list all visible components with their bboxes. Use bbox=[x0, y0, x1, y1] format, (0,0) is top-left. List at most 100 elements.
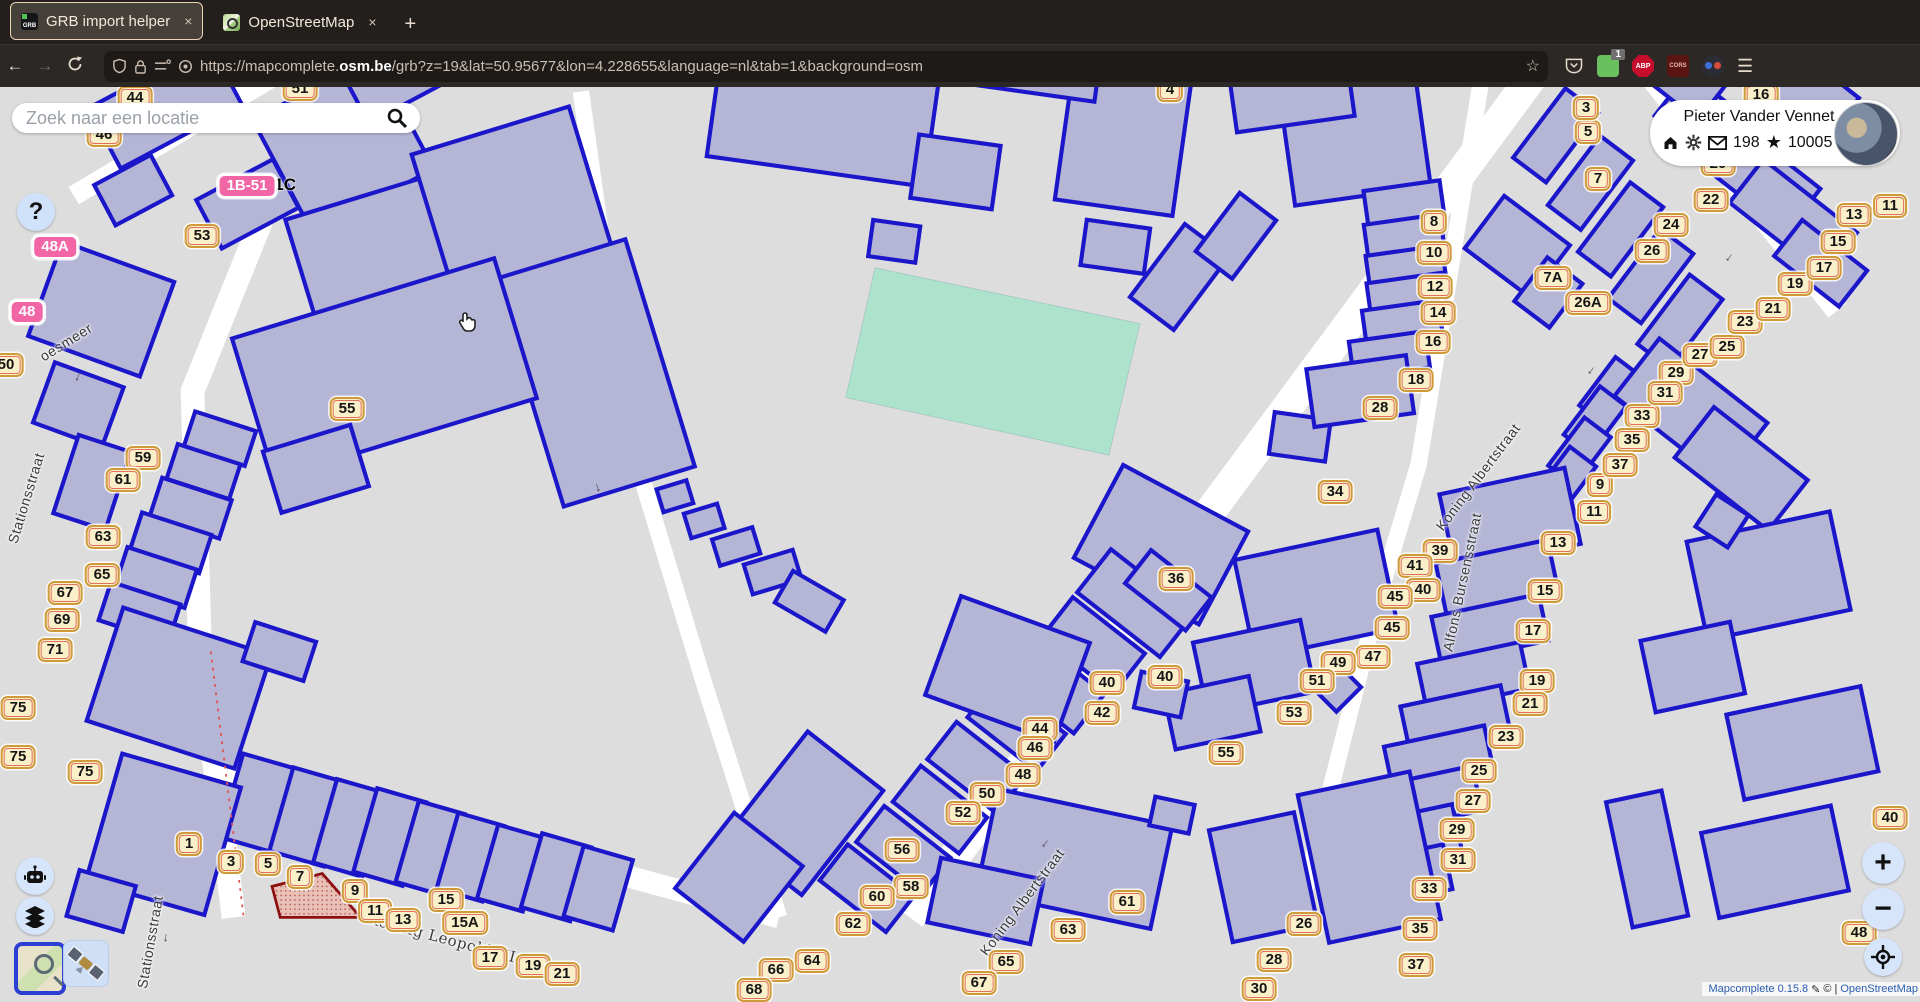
housenumber-badge[interactable]: 26 bbox=[1635, 239, 1670, 263]
housenumber-badge[interactable]: 8 bbox=[1421, 210, 1447, 234]
housenumber-badge[interactable]: 75 bbox=[1, 696, 36, 720]
housenumber-badge[interactable]: 28 bbox=[1257, 948, 1292, 972]
housenumber-badge[interactable]: 25 bbox=[1710, 335, 1745, 359]
lock-icon[interactable] bbox=[134, 59, 147, 74]
extension-icon[interactable]: 1 bbox=[1597, 55, 1619, 77]
housenumber-badge[interactable]: 35 bbox=[1403, 917, 1438, 941]
housenumber-badge[interactable]: 67 bbox=[962, 971, 997, 995]
background-layers-button[interactable] bbox=[16, 897, 54, 935]
housenumber-badge[interactable]: 55 bbox=[330, 397, 365, 421]
housenumber-badge[interactable]: 5 bbox=[1575, 120, 1601, 144]
housenumber-badge[interactable]: 53 bbox=[185, 224, 220, 248]
user-panel[interactable]: Pieter Vander Vennet 198 ★ 10005 bbox=[1650, 100, 1900, 166]
bookmark-star-icon[interactable]: ☆ bbox=[1526, 56, 1540, 76]
housenumber-badge[interactable]: 53 bbox=[1277, 701, 1312, 725]
housenumber-badge[interactable]: 50 bbox=[0, 353, 23, 377]
housenumber-badge[interactable]: 28 bbox=[1363, 396, 1398, 420]
housenumber-badge[interactable]: 63 bbox=[86, 525, 121, 549]
housenumber-badge[interactable]: 30 bbox=[1242, 977, 1277, 1001]
housenumber-badge[interactable]: 61 bbox=[106, 468, 141, 492]
user-avatar[interactable] bbox=[1834, 102, 1898, 166]
permissions-icon[interactable] bbox=[154, 59, 171, 73]
basemap-osm-button[interactable] bbox=[14, 942, 66, 995]
housenumber-badge[interactable]: 17 bbox=[1516, 619, 1551, 643]
url-bar[interactable]: https://mapcomplete.osm.be/grb?z=19&lat=… bbox=[104, 51, 1548, 82]
mapcomplete-version-link[interactable]: Mapcomplete 0.15.8 bbox=[1708, 983, 1808, 995]
housenumber-badge[interactable]: 17 bbox=[1807, 256, 1842, 280]
housenumber-badge[interactable]: 33 bbox=[1412, 877, 1447, 901]
housenumber-badge[interactable]: 58 bbox=[894, 875, 929, 899]
housenumber-badge[interactable]: 65 bbox=[989, 950, 1024, 974]
settings-gear-icon[interactable] bbox=[1685, 134, 1702, 151]
search-icon[interactable] bbox=[386, 107, 408, 129]
housenumber-badge[interactable]: 7A bbox=[1534, 266, 1571, 290]
housenumber-badge[interactable]: 26 bbox=[1287, 912, 1322, 936]
housenumber-badge[interactable]: 36 bbox=[1159, 567, 1194, 591]
housenumber-badge[interactable]: 12 bbox=[1418, 275, 1453, 299]
housenumber-badge[interactable]: 11 bbox=[1873, 194, 1907, 218]
housenumber-badge[interactable]: 13 bbox=[1837, 203, 1872, 227]
home-icon[interactable] bbox=[1662, 135, 1679, 151]
housenumber-badge[interactable]: 41 bbox=[1398, 554, 1433, 578]
housenumber-badge[interactable]: 19 bbox=[1520, 669, 1555, 693]
back-button[interactable]: ← bbox=[0, 56, 30, 76]
tab-close-icon[interactable]: × bbox=[368, 14, 376, 30]
housenumber-badge[interactable]: 59 bbox=[126, 446, 161, 470]
housenumber-badge[interactable]: 15 bbox=[1821, 230, 1856, 254]
housenumber-badge[interactable]: 56 bbox=[885, 838, 920, 862]
housenumber-badge[interactable]: 45 bbox=[1378, 585, 1413, 609]
menu-icon[interactable]: ☰ bbox=[1737, 56, 1754, 77]
housenumber-badge[interactable]: 51 bbox=[1300, 669, 1335, 693]
housenumber-badge[interactable]: 52 bbox=[946, 801, 981, 825]
url-text[interactable]: https://mapcomplete.osm.be/grb?z=19&lat=… bbox=[200, 58, 1519, 75]
housenumber-badge[interactable]: 15 bbox=[1528, 579, 1563, 603]
zoom-in-button[interactable]: + bbox=[1862, 842, 1904, 884]
housenumber-badge[interactable]: 37 bbox=[1399, 953, 1434, 977]
housenumber-badge[interactable]: 7 bbox=[287, 865, 313, 889]
housenumber-badge[interactable]: 69 bbox=[45, 608, 80, 632]
housenumber-badge[interactable]: 13 bbox=[1541, 531, 1576, 555]
housenumber-badge[interactable]: 40 bbox=[1148, 665, 1183, 689]
housenumber-badge[interactable]: 25 bbox=[1462, 759, 1497, 783]
housenumber-badge[interactable]: 31 bbox=[1441, 848, 1476, 872]
housenumber-badge[interactable]: 62 bbox=[836, 912, 871, 936]
housenumber-badge[interactable]: 21 bbox=[1513, 692, 1548, 716]
housenumber-badge[interactable]: 33 bbox=[1625, 404, 1660, 428]
housenumber-badge[interactable]: 48A bbox=[32, 235, 78, 259]
search-input[interactable] bbox=[24, 107, 386, 130]
housenumber-badge[interactable]: 60 bbox=[860, 885, 895, 909]
location-permission-icon[interactable] bbox=[178, 59, 193, 74]
housenumber-badge[interactable]: 31 bbox=[1648, 381, 1683, 405]
housenumber-badge[interactable]: 68 bbox=[737, 978, 772, 1002]
housenumber-badge[interactable]: 42 bbox=[1085, 701, 1120, 725]
housenumber-badge[interactable]: 22 bbox=[1694, 188, 1729, 212]
housenumber-badge[interactable]: 1 bbox=[176, 832, 202, 856]
housenumber-badge[interactable]: 61 bbox=[1110, 890, 1145, 914]
adblock-plus-icon[interactable]: ABP bbox=[1632, 55, 1654, 77]
housenumber-badge[interactable]: 40 bbox=[1090, 671, 1125, 695]
housenumber-badge[interactable]: 75 bbox=[1, 745, 36, 769]
housenumber-badge[interactable]: 24 bbox=[1654, 213, 1689, 237]
reload-button[interactable] bbox=[60, 56, 90, 77]
tab-openstreetmap[interactable]: OpenStreetMap × bbox=[213, 4, 386, 40]
housenumber-badge[interactable]: 5 bbox=[255, 852, 281, 876]
housenumber-badge[interactable]: 11 bbox=[1577, 500, 1611, 524]
housenumber-badge[interactable]: 10 bbox=[1417, 241, 1452, 265]
housenumber-badge[interactable]: 71 bbox=[38, 638, 73, 662]
housenumber-badge[interactable]: 63 bbox=[1051, 918, 1086, 942]
housenumber-badge[interactable]: 67 bbox=[48, 581, 83, 605]
housenumber-badge[interactable]: 18 bbox=[1399, 368, 1434, 392]
map-canvas[interactable]: StationsstraatStationsstraatoesmeerKonin… bbox=[0, 86, 1920, 996]
housenumber-badge[interactable]: 23 bbox=[1489, 725, 1524, 749]
housenumber-badge[interactable]: 29 bbox=[1440, 818, 1475, 842]
automation-robot-button[interactable] bbox=[16, 857, 54, 895]
housenumber-badge[interactable]: 14 bbox=[1421, 301, 1456, 325]
messages-envelope-icon[interactable] bbox=[1708, 136, 1727, 150]
housenumber-badge[interactable]: 75 bbox=[68, 760, 103, 784]
tab-grb-import-helper[interactable]: GRB GRB import helper × bbox=[10, 2, 203, 40]
housenumber-badge[interactable]: 3 bbox=[218, 850, 244, 874]
housenumber-badge[interactable]: 37 bbox=[1603, 453, 1638, 477]
housenumber-badge[interactable]: 64 bbox=[795, 949, 830, 973]
housenumber-badge[interactable]: 7 bbox=[1585, 167, 1611, 191]
housenumber-badge[interactable]: 40 bbox=[1873, 806, 1908, 830]
